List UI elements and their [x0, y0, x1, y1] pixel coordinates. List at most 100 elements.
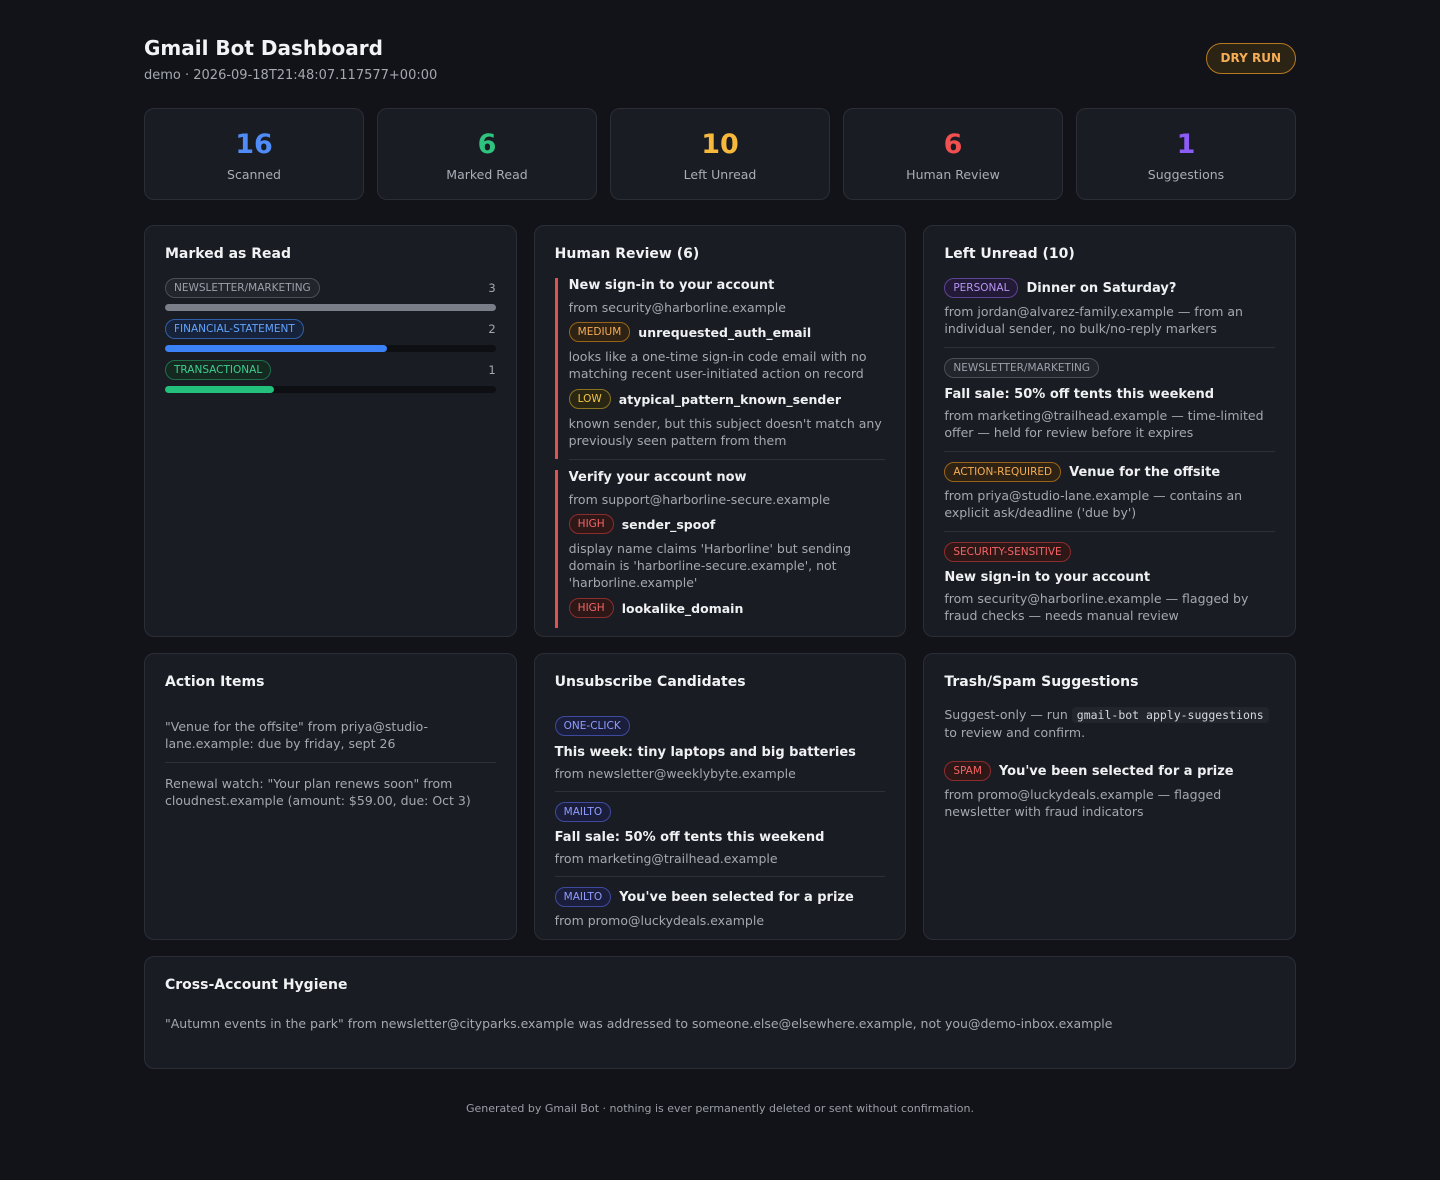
stat-value: 16	[235, 129, 273, 160]
card-title: Action Items	[165, 674, 265, 690]
review-flag: HIGH sender_spoof	[568, 514, 886, 534]
trash-intro-before: Suggest-only — run	[944, 707, 1068, 722]
unread-item[interactable]: SECURITY-SENSITIVE New sign-in to your a…	[944, 542, 1275, 634]
flag-name: lookalike_domain	[621, 600, 744, 616]
severity-badge: HIGH	[568, 598, 614, 618]
unsubscribe-item[interactable]: ONE-CLICK This week: tiny laptops and bi…	[554, 706, 886, 792]
flag-name: atypical_pattern_known_sender	[618, 391, 841, 407]
unread-item[interactable]: NEWSLETTER/MARKETING Fall sale: 50% off …	[944, 358, 1276, 452]
stat-label: Suggestions	[1147, 167, 1225, 182]
stat-suggestions: 1 Suggestions	[1076, 108, 1296, 200]
category-count: 2	[488, 322, 496, 336]
cards-row-1: Marked as Read NEWSLETTER/MARKETING 3 FI…	[144, 225, 1297, 637]
review-subject: New sign-in to your account	[568, 278, 775, 293]
stat-human-review: 6 Human Review	[843, 108, 1063, 200]
trash-intro-after: to review and confirm.	[944, 725, 1086, 740]
category-count: 3	[488, 281, 496, 295]
unsubscribe-method-tag: ONE-CLICK	[554, 716, 630, 736]
card-title: Unsubscribe Candidates	[554, 674, 746, 690]
trash-subject: You've been selected for a prize	[998, 763, 1234, 779]
left-unread-card: Left Unread (10) PERSONAL Dinner on Satu…	[923, 225, 1297, 637]
action-item[interactable]: Renewal watch: "Your plan renews soon" f…	[165, 763, 496, 819]
review-sender: from security@harborline.example	[568, 300, 786, 315]
human-review-card: Human Review (6) New sign-in to your acc…	[533, 225, 907, 637]
stat-value: 6	[477, 129, 497, 160]
review-flag: HIGH lookalike_domain	[568, 598, 886, 618]
stat-label: Marked Read	[446, 167, 528, 182]
severity-badge: LOW	[568, 389, 611, 409]
trash-intro: Suggest-only — run gmail-bot apply-sugge…	[944, 706, 1275, 741]
unread-subject: Venue for the offsite	[1069, 464, 1221, 480]
marked-read-card: Marked as Read NEWSLETTER/MARKETING 3 FI…	[144, 225, 517, 637]
card-title: Marked as Read	[165, 246, 292, 262]
dashboard: Gmail Bot Dashboard demo · 2026-09-18T21…	[144, 0, 1297, 1115]
trash-description: from promo@luckydeals.example — flagged …	[944, 787, 1222, 819]
stat-value: 1	[1176, 129, 1196, 160]
review-item[interactable]: Verify your account now from support@har…	[554, 470, 886, 628]
review-item[interactable]: New sign-in to your account from securit…	[554, 278, 886, 459]
category-bar-fill	[165, 345, 387, 352]
review-flag: LOW atypical_pattern_known_sender	[568, 389, 886, 409]
unread-item[interactable]: PERSONAL Dinner on Saturday? from jordan…	[944, 278, 1276, 348]
unread-subject: New sign-in to your account	[944, 570, 1151, 585]
flag-description: looks like a one-time sign-in code email…	[568, 349, 867, 381]
hygiene-card: Cross-Account Hygiene "Autumn events in …	[144, 956, 1296, 1069]
unread-item[interactable]: ACTION-REQUIRED Venue for the offsite fr…	[944, 462, 1276, 532]
stat-left-unread: 10 Left Unread	[610, 108, 830, 200]
category-bar-row: NEWSLETTER/MARKETING 3	[165, 278, 496, 311]
unread-description: from marketing@trailhead.example — time-…	[944, 408, 1264, 440]
category-bar-fill	[165, 304, 496, 311]
unsubscribe-method-tag: MAILTO	[554, 887, 612, 907]
unsubscribe-item[interactable]: MAILTO Fall sale: 50% off tents this wee…	[554, 792, 886, 877]
unread-subject: Fall sale: 50% off tents this weekend	[944, 387, 1215, 402]
unsubscribe-card: Unsubscribe Candidates ONE-CLICK This we…	[533, 653, 907, 940]
action-items-card: Action Items "Venue for the offsite" fro…	[144, 653, 517, 940]
trash-suggestion-item[interactable]: SPAM You've been selected for a prize fr…	[944, 761, 1275, 830]
divider	[568, 459, 886, 460]
spam-tag: SPAM	[944, 761, 991, 781]
stat-label: Left Unread	[683, 167, 757, 182]
unread-description: from jordan@alvarez-family.example — fro…	[944, 304, 1243, 336]
category-bar-track	[165, 345, 496, 352]
review-flag: MEDIUM unrequested_auth_email	[568, 322, 886, 342]
header: Gmail Bot Dashboard demo · 2026-09-18T21…	[144, 0, 1296, 108]
trash-spam-card: Trash/Spam Suggestions Suggest-only — ru…	[923, 653, 1297, 940]
category-bar-fill	[165, 386, 275, 393]
card-title: Trash/Spam Suggestions	[944, 674, 1139, 690]
card-title: Cross-Account Hygiene	[165, 977, 348, 993]
review-sender: from support@harborline-secure.example	[568, 492, 831, 507]
category-bar-track	[165, 304, 496, 311]
stat-value: 10	[701, 129, 739, 160]
footer: Generated by Gmail Bot · nothing is ever…	[465, 1102, 974, 1115]
category-tag: PERSONAL	[944, 278, 1019, 298]
category-count: 1	[488, 363, 496, 377]
command-snippet[interactable]: gmail-bot apply-suggestions	[1071, 707, 1269, 723]
flag-description: known sender, but this subject doesn't m…	[568, 416, 882, 448]
stat-marked-read: 6 Marked Read	[377, 108, 597, 200]
action-item[interactable]: "Venue for the offsite" from priya@studi…	[165, 706, 496, 763]
unsubscribe-sender: from newsletter@weeklybyte.example	[554, 766, 796, 781]
page-subtitle: demo · 2026-09-18T21:48:07.117577+00:00	[144, 68, 438, 83]
category-tag: FINANCIAL-STATEMENT	[165, 319, 304, 339]
category-tag: NEWSLETTER/MARKETING	[944, 358, 1100, 378]
category-tag: TRANSACTIONAL	[165, 360, 272, 380]
unsubscribe-item[interactable]: MAILTO You've been selected for a prize …	[554, 877, 886, 938]
page-title: Gmail Bot Dashboard	[144, 36, 383, 60]
severity-badge: MEDIUM	[568, 322, 631, 342]
flag-description: display name claims 'Harborline' but sen…	[568, 541, 852, 590]
category-tag: NEWSLETTER/MARKETING	[165, 278, 320, 298]
flag-name: sender_spoof	[621, 516, 716, 532]
unsubscribe-subject: You've been selected for a prize	[619, 889, 854, 905]
review-subject: Verify your account now	[568, 470, 747, 485]
hygiene-text: "Autumn events in the park" from newslet…	[165, 1016, 1113, 1031]
unread-description: from priya@studio-lane.example — contain…	[944, 488, 1243, 520]
category-tag: ACTION-REQUIRED	[944, 462, 1062, 482]
category-bar-track	[165, 386, 496, 393]
stat-label: Scanned	[227, 167, 281, 182]
card-title: Left Unread (10)	[944, 246, 1075, 262]
unsubscribe-method-tag: MAILTO	[554, 802, 612, 822]
unread-subject: Dinner on Saturday?	[1026, 280, 1177, 296]
category-bar-row: TRANSACTIONAL 1	[165, 360, 496, 393]
cards-row-2: Action Items "Venue for the offsite" fro…	[144, 653, 1297, 940]
unsubscribe-subject: This week: tiny laptops and big batterie…	[554, 745, 856, 760]
